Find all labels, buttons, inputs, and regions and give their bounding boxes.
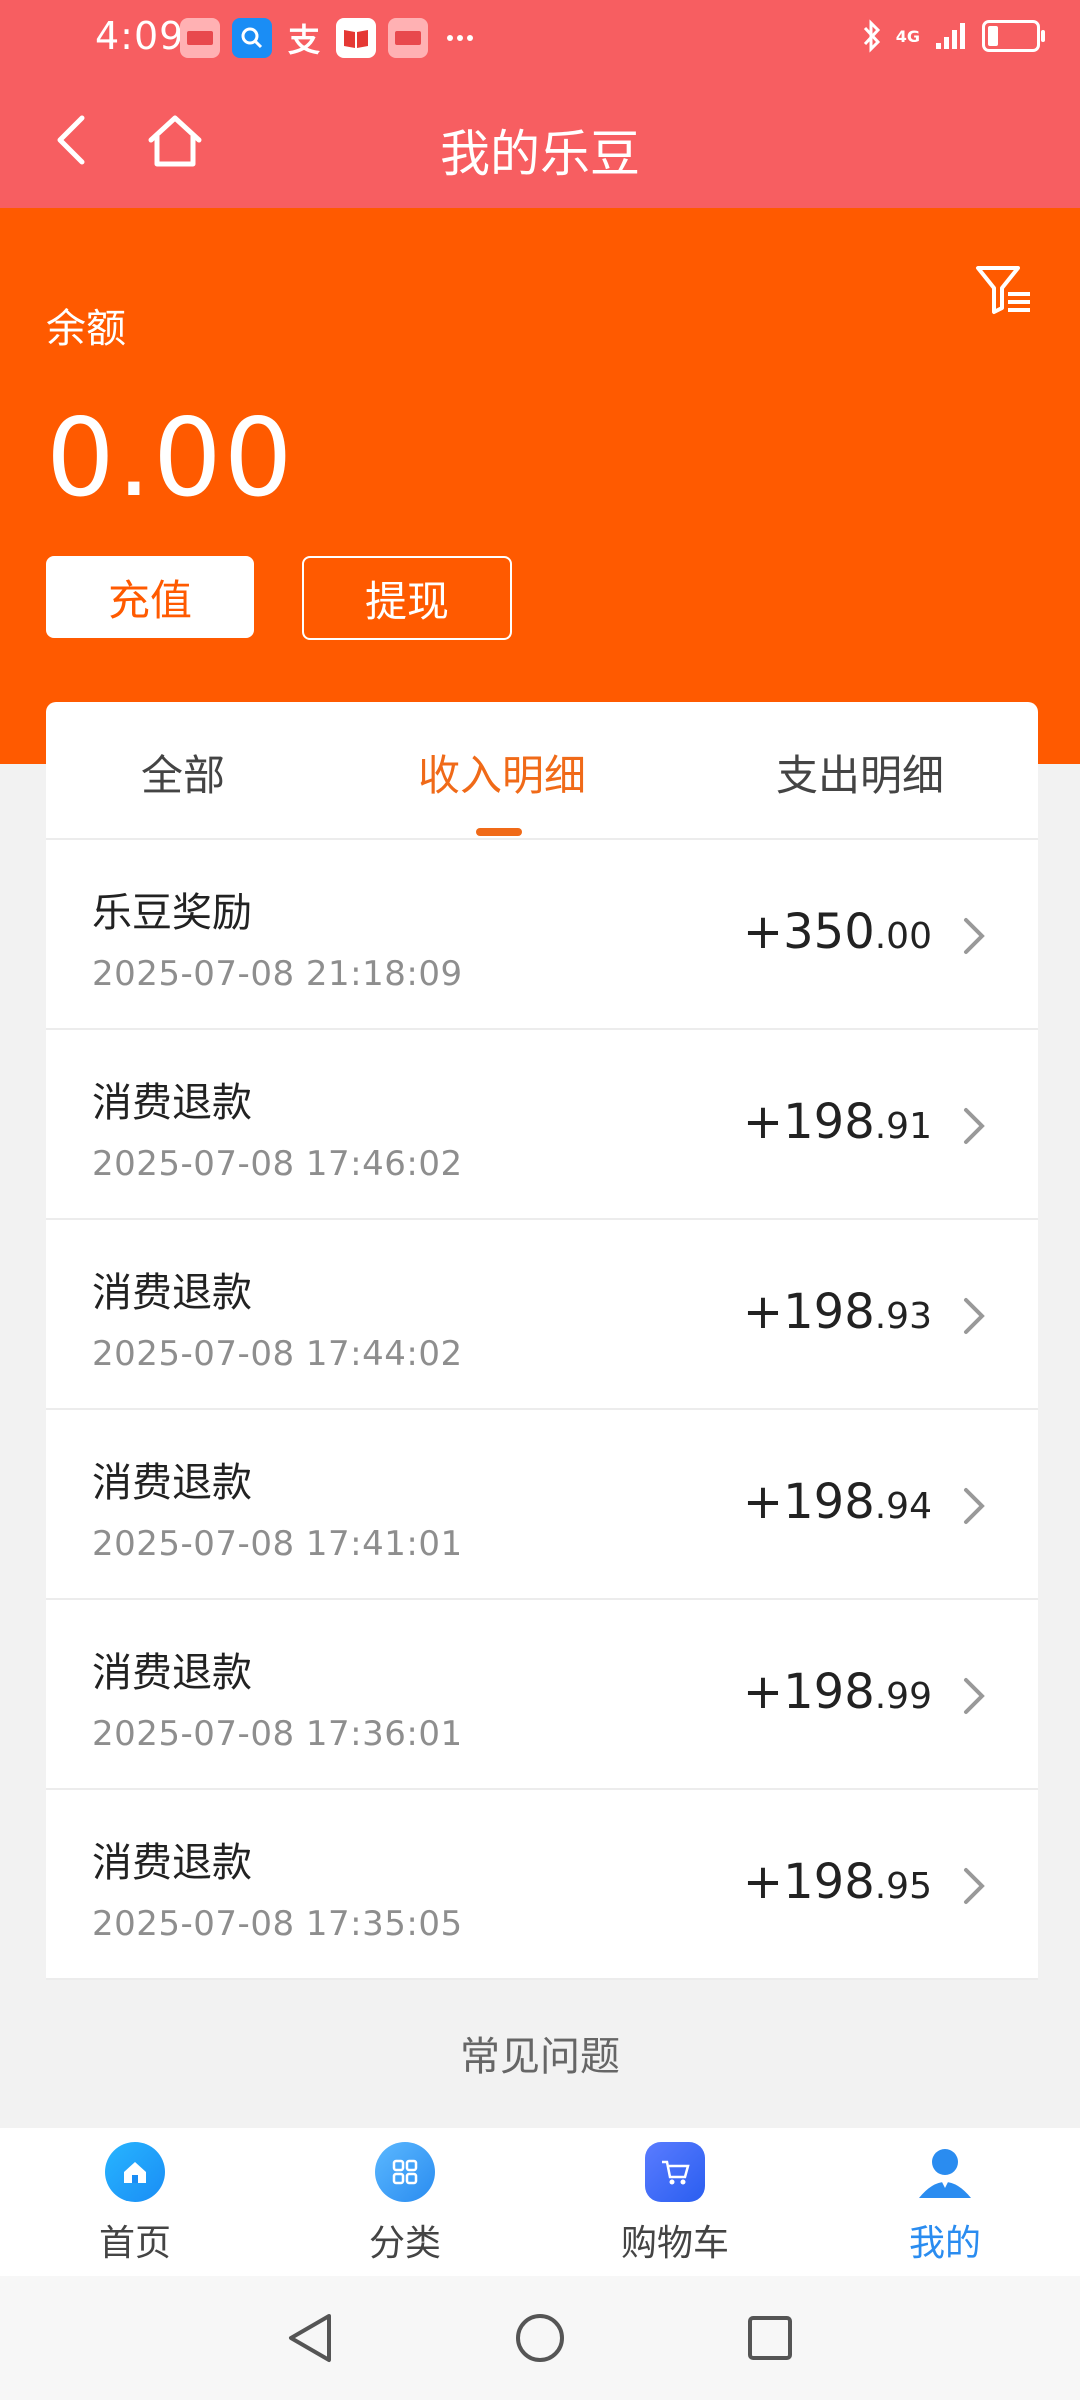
record-date: 2025-07-08 17:44:02 <box>92 1334 463 1374</box>
record-amount-decimal: .91 <box>874 1106 932 1147</box>
record-title: 消费退款 <box>92 1270 252 1316</box>
nav-cart[interactable]: 购物车 <box>585 2142 765 2266</box>
record-amount-integer: +198 <box>742 1094 875 1150</box>
status-time: 4:09 <box>95 14 185 58</box>
nav-label: 我的 <box>908 2223 981 2264</box>
more-icon <box>440 18 480 58</box>
record-row[interactable]: 消费退款 2025-07-08 17:46:02 +198.91 <box>46 1030 1038 1220</box>
battery-icon <box>982 20 1045 52</box>
balance-panel: 余额 0.00 充值 提现 <box>0 208 1080 764</box>
filter-button[interactable] <box>974 260 1034 320</box>
record-title: 消费退款 <box>92 1460 252 1506</box>
record-date: 2025-07-08 17:41:01 <box>92 1524 463 1564</box>
network-type: 4G <box>895 26 920 46</box>
reader-app-icon <box>336 18 376 58</box>
status-notification-icons: 支 <box>180 18 480 59</box>
record-amount-decimal: .95 <box>874 1866 932 1907</box>
record-amount-decimal: .94 <box>874 1486 932 1527</box>
record-title: 乐豆奖励 <box>92 890 252 936</box>
record-date: 2025-07-08 17:36:01 <box>92 1714 463 1754</box>
search-app-icon <box>232 18 272 58</box>
record-row[interactable]: 消费退款 2025-07-08 17:35:05 +198.95 <box>46 1790 1038 1980</box>
record-row[interactable]: 消费退款 2025-07-08 17:41:01 +198.94 <box>46 1410 1038 1600</box>
balance-label: 余额 <box>46 306 126 352</box>
chevron-right-icon <box>964 1488 985 1524</box>
record-date: 2025-07-08 21:18:09 <box>92 954 463 994</box>
signal-icon <box>936 23 965 49</box>
home-icon <box>105 2142 165 2202</box>
system-nav-bar <box>0 2276 1080 2400</box>
status-bar: 4:09 支 4G <box>0 0 1080 80</box>
system-back-button[interactable] <box>278 2306 342 2370</box>
chevron-right-icon <box>964 1298 985 1334</box>
tab-all[interactable]: 全部 <box>141 742 225 803</box>
page-title: 我的乐豆 <box>440 125 640 183</box>
record-amount: +198.99 <box>743 1664 932 1720</box>
active-tab-indicator <box>476 828 522 836</box>
recharge-button[interactable]: 充值 <box>46 556 254 638</box>
record-row[interactable]: 消费退款 2025-07-08 17:36:01 +198.99 <box>46 1600 1038 1790</box>
record-row[interactable]: 乐豆奖励 2025-07-08 21:18:09 +350.00 <box>46 840 1038 1030</box>
chevron-right-icon <box>964 918 985 954</box>
record-date: 2025-07-08 17:46:02 <box>92 1144 463 1184</box>
category-icon <box>375 2142 435 2202</box>
huawei-app-icon <box>388 18 428 58</box>
tab-expense[interactable]: 支出明细 <box>776 742 944 803</box>
record-title: 消费退款 <box>92 1080 252 1126</box>
nav-home[interactable]: 首页 <box>45 2142 225 2266</box>
bottom-nav: 首页 分类 购物车 我的 <box>0 2128 1080 2276</box>
tab-bar: 全部 收入明细 支出明细 <box>46 702 1038 840</box>
record-amount-decimal: .99 <box>874 1676 932 1717</box>
record-row[interactable]: 消费退款 2025-07-08 17:44:02 +198.93 <box>46 1220 1038 1410</box>
system-home-button[interactable] <box>508 2306 572 2370</box>
record-amount-decimal: .00 <box>874 916 932 957</box>
user-icon <box>915 2142 975 2202</box>
record-amount: +198.91 <box>743 1094 932 1150</box>
bluetooth-icon <box>863 19 880 53</box>
chevron-right-icon <box>964 1678 985 1714</box>
nav-category[interactable]: 分类 <box>315 2142 495 2266</box>
record-amount-integer: +198 <box>742 1284 875 1340</box>
record-date: 2025-07-08 17:35:05 <box>92 1904 463 1944</box>
square-recents-icon <box>748 2316 792 2360</box>
filter-icon <box>976 266 1030 314</box>
app-header: 我的乐豆 <box>0 80 1080 208</box>
chevron-right-icon <box>964 1868 985 1904</box>
record-amount-integer: +350 <box>742 904 875 960</box>
system-recents-button[interactable] <box>738 2306 802 2370</box>
record-amount: +350.00 <box>743 904 932 960</box>
faq-link[interactable]: 常见问题 <box>0 2024 1080 2082</box>
withdraw-button[interactable]: 提现 <box>302 556 512 640</box>
nav-mine[interactable]: 我的 <box>855 2142 1035 2266</box>
nav-label: 分类 <box>368 2223 441 2264</box>
record-amount: +198.95 <box>743 1854 932 1910</box>
cart-icon <box>645 2142 705 2202</box>
huawei-app-icon <box>180 18 220 58</box>
triangle-back-icon <box>289 2314 331 2362</box>
nav-label: 购物车 <box>620 2223 729 2264</box>
balance-amount: 0.00 <box>46 396 295 521</box>
nav-label: 首页 <box>98 2223 171 2264</box>
tab-income[interactable]: 收入明细 <box>418 742 586 803</box>
record-title: 消费退款 <box>92 1650 252 1696</box>
record-title: 消费退款 <box>92 1840 252 1886</box>
chevron-right-icon <box>964 1108 985 1144</box>
record-amount-decimal: .93 <box>874 1296 932 1337</box>
alipay-icon: 支 <box>287 21 320 59</box>
record-amount-integer: +198 <box>742 1854 875 1910</box>
status-right-icons: 4G <box>862 18 1045 54</box>
record-amount: +198.94 <box>743 1474 932 1530</box>
record-amount: +198.93 <box>743 1284 932 1340</box>
circle-home-icon <box>516 2314 564 2362</box>
record-amount-integer: +198 <box>742 1664 875 1720</box>
records-card: 全部 收入明细 支出明细 乐豆奖励 2025-07-08 21:18:09 +3… <box>46 702 1038 1980</box>
record-amount-integer: +198 <box>742 1474 875 1530</box>
